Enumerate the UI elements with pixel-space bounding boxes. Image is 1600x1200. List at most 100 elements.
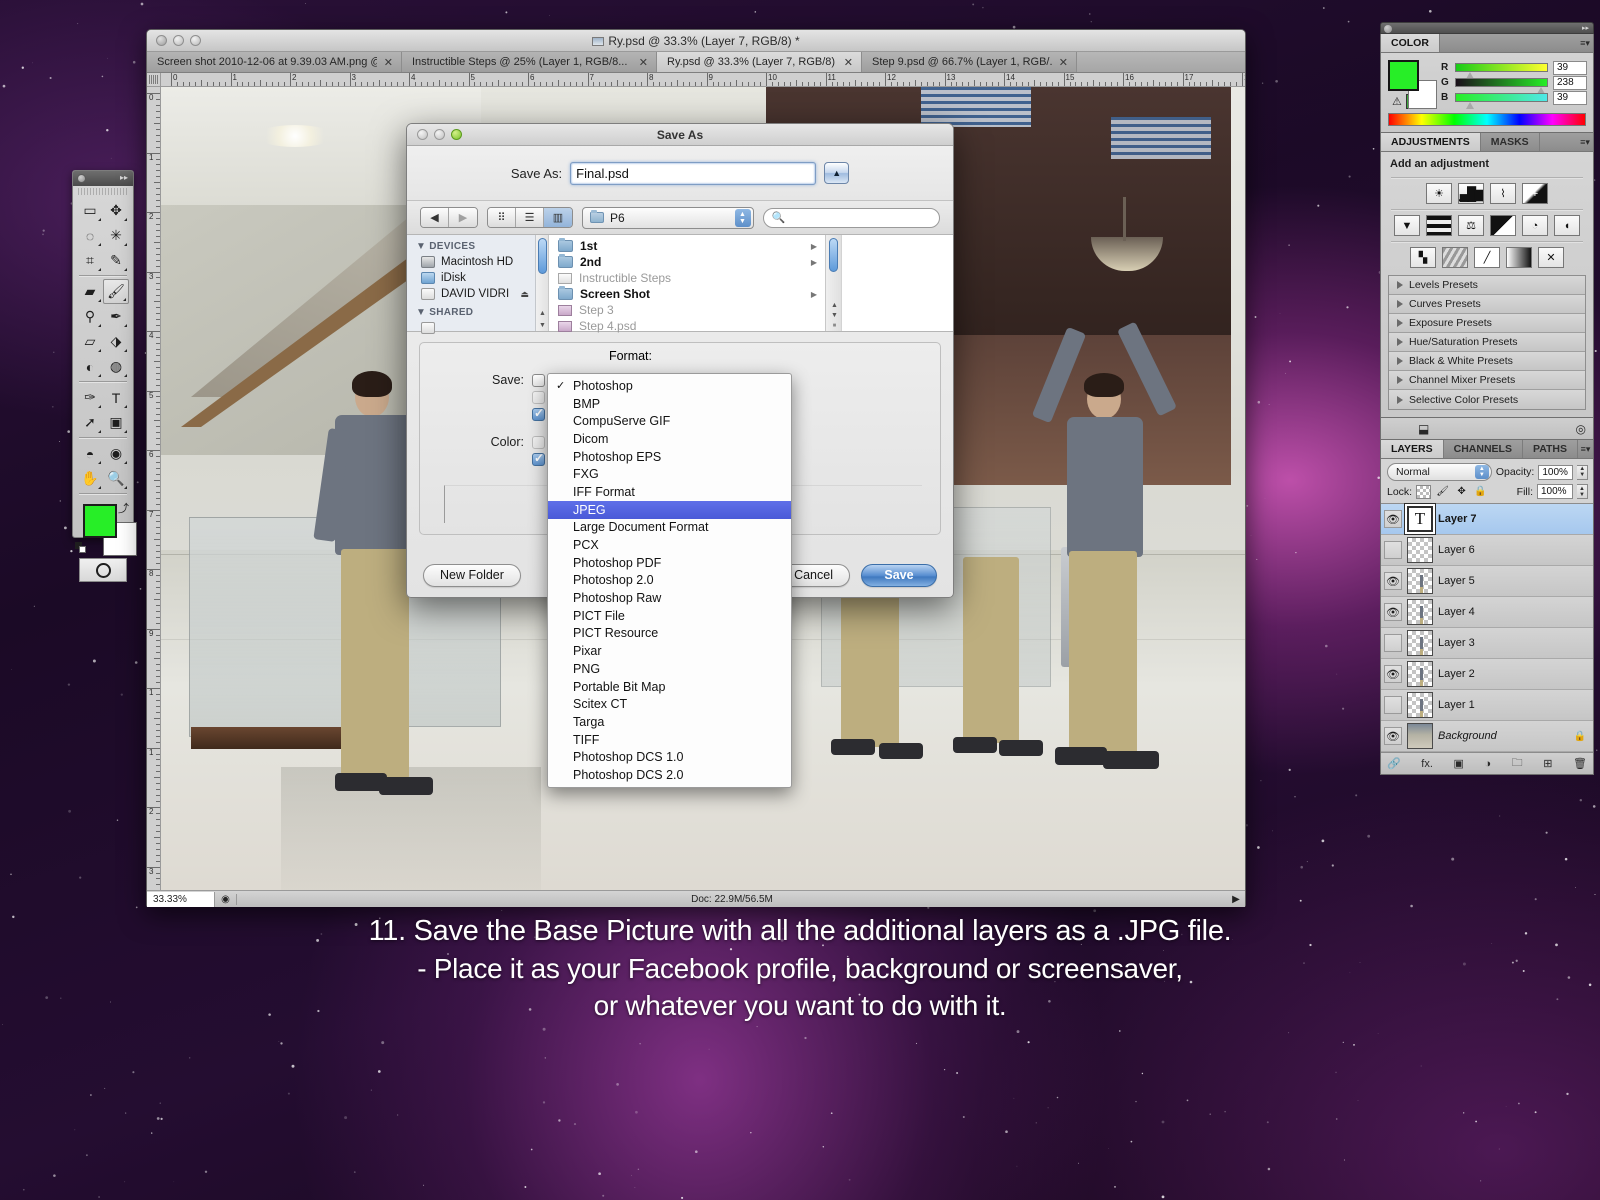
layer-name[interactable]: Layer 1	[1438, 699, 1593, 711]
crop-tool[interactable]: ⌗	[77, 248, 103, 273]
file-scroll-up[interactable]: ▲	[830, 302, 839, 309]
tab-close-icon[interactable]: ✕	[639, 56, 648, 69]
gradient-map-icon[interactable]	[1506, 247, 1532, 268]
color-sliders[interactable]: R39G238B39	[1441, 60, 1587, 106]
save-button[interactable]: Save	[861, 564, 937, 587]
dodge-tool[interactable]: ◍	[103, 354, 129, 379]
dock-close-icon[interactable]	[1384, 25, 1392, 33]
layers-panel-menu-icon[interactable]: ≡▾	[1578, 440, 1593, 458]
new-adjustment-layer-icon[interactable]: ◑	[1484, 758, 1491, 770]
lock-all-icon[interactable]: 🔒	[1473, 485, 1488, 499]
layer-name[interactable]: Background	[1438, 730, 1569, 742]
pen-tool[interactable]: ✑	[77, 385, 103, 410]
tab-close-icon[interactable]: ✕	[1059, 56, 1068, 69]
type-tool[interactable]: T	[103, 385, 129, 410]
posterize-icon[interactable]	[1442, 247, 1468, 268]
lock-image-pixels-icon[interactable]: 🖌	[1435, 485, 1450, 499]
shape-tool[interactable]: ▣	[103, 410, 129, 435]
format-menu-item[interactable]: Dicom	[548, 430, 791, 448]
dock-header[interactable]: ▸▸	[1380, 22, 1594, 34]
color-channel-value[interactable]: 238	[1553, 76, 1587, 90]
disclosure-chevron-icon[interactable]: ▶	[811, 290, 817, 299]
document-tab[interactable]: Step 9.psd @ 66.7% (Layer 1, RGB/...✕	[862, 52, 1077, 72]
adjustment-preset-row[interactable]: Curves Presets	[1389, 295, 1585, 314]
magic-wand-tool[interactable]: ✳	[103, 223, 129, 248]
photoshop-toolbox[interactable]: ▸▸ ▭✥◌✳⌗✎▰🖌⚲✒▱⬗◐◍✑T➚▣◓◉✋🔍 ⤴	[72, 170, 134, 538]
back-forward-buttons[interactable]: ◀ ▶	[420, 207, 478, 228]
disclosure-chevron-icon[interactable]: ▶	[811, 242, 817, 251]
brush-tool[interactable]: 🖌	[103, 279, 129, 304]
chevron-right-icon[interactable]	[1397, 396, 1403, 404]
tab-close-icon[interactable]: ✕	[844, 56, 853, 69]
adjustments-icon-row-3[interactable]: ▚ ╱ ✕	[1388, 247, 1586, 268]
toolbox-close-icon[interactable]	[77, 174, 86, 183]
layer-visibility-eye-icon[interactable]: 👁	[1384, 665, 1402, 683]
color-slider-row[interactable]: R39	[1441, 60, 1587, 75]
format-menu-item[interactable]: ✓Photoshop	[548, 377, 791, 395]
adjustment-preset-row[interactable]: Hue/Saturation Presets	[1389, 333, 1585, 352]
link-layers-icon[interactable]: 🔗	[1387, 757, 1401, 770]
column-view-button[interactable]: ▥	[544, 208, 572, 227]
invert-icon[interactable]: ▚	[1410, 247, 1436, 268]
new-layer-icon[interactable]: ⊞	[1543, 757, 1552, 770]
chevron-right-icon[interactable]	[1397, 376, 1403, 384]
layer-row[interactable]: Layer 1	[1381, 690, 1593, 721]
threshold-icon[interactable]: ╱	[1474, 247, 1500, 268]
format-menu-item[interactable]: Photoshop EPS	[548, 448, 791, 466]
color-foreground-swatch[interactable]	[1388, 60, 1419, 91]
layer-row[interactable]: 👁 Layer 4	[1381, 597, 1593, 628]
add-layer-mask-icon[interactable]: ▣	[1453, 757, 1463, 770]
move-tool[interactable]: ✥	[103, 198, 129, 223]
format-dropdown-menu[interactable]: ✓PhotoshopBMPCompuServe GIFDicomPhotosho…	[547, 373, 792, 788]
format-menu-item[interactable]: IFF Format	[548, 483, 791, 501]
sidebar-scroll-up[interactable]: ▲	[538, 310, 547, 317]
fill-stepper[interactable]: ▲▼	[1577, 484, 1588, 499]
dock-utility-bar[interactable]: ⬓ ◎	[1380, 418, 1594, 440]
new-group-icon[interactable]: 🗀	[1512, 754, 1523, 773]
new-folder-button[interactable]: New Folder	[423, 564, 521, 587]
ruler-corner[interactable]	[147, 73, 161, 87]
color-channel-value[interactable]: 39	[1553, 91, 1587, 105]
chevron-right-icon[interactable]	[1397, 338, 1403, 346]
vertical-ruler[interactable]: 01234567891123	[147, 87, 161, 890]
chevron-right-icon[interactable]	[1397, 319, 1403, 327]
dialog-minimize-icon[interactable]	[434, 129, 445, 140]
tab-masks[interactable]: MASKS	[1481, 133, 1540, 151]
chevron-updown-icon[interactable]: ▲▼	[735, 209, 751, 227]
document-tab[interactable]: Ry.psd @ 33.3% (Layer 7, RGB/8) *✕	[657, 52, 862, 72]
layer-visibility-eye-icon[interactable]: 👁	[1384, 603, 1402, 621]
healing-brush-tool[interactable]: ▰	[77, 279, 103, 304]
foreground-color-swatch[interactable]	[83, 504, 117, 538]
layer-name[interactable]: Layer 4	[1438, 606, 1593, 618]
toolbox-titlebar[interactable]: ▸▸	[73, 171, 133, 186]
adjustment-preset-row[interactable]: Black & White Presets	[1389, 352, 1585, 371]
expand-browser-button[interactable]: ▲	[824, 162, 849, 184]
color-slider-track[interactable]	[1455, 63, 1548, 72]
layer-thumbnail[interactable]	[1407, 723, 1433, 749]
layers-list[interactable]: 👁TLayer 7Layer 6👁Layer 5👁Layer 4Layer 3👁…	[1381, 503, 1593, 752]
paint-bucket-tool[interactable]: ⬗	[103, 329, 129, 354]
horizontal-ruler[interactable]: 012345678910111213141516171	[161, 73, 1245, 87]
file-scroll-down[interactable]: ▼	[830, 312, 839, 319]
levels-icon[interactable]: ▁▄█▆▂	[1458, 183, 1484, 204]
format-menu-item[interactable]: Portable Bit Map	[548, 678, 791, 696]
format-menu-item[interactable]: Photoshop DCS 2.0	[548, 766, 791, 784]
tab-close-icon[interactable]: ✕	[384, 56, 393, 69]
layer-visibility-eye-icon[interactable]: 👁	[1384, 727, 1402, 745]
eyedropper-tool[interactable]: ✎	[103, 248, 129, 273]
alpha-channels-checkbox[interactable]	[532, 391, 545, 404]
format-menu-item[interactable]: Scitex CT	[548, 695, 791, 713]
layer-visibility-toggle[interactable]	[1384, 696, 1402, 714]
layer-thumbnail[interactable]	[1407, 568, 1433, 594]
layer-name[interactable]: Layer 2	[1438, 668, 1593, 680]
browser-toolbar[interactable]: ◀ ▶ ⠿ ☰ ▥ P6 ▲▼ 🔍	[407, 201, 953, 235]
file-list-item[interactable]: 1st▶	[549, 238, 825, 254]
format-menu-item[interactable]: JPEG	[548, 501, 791, 519]
adjustment-preset-row[interactable]: Channel Mixer Presets	[1389, 371, 1585, 390]
layer-name[interactable]: Layer 6	[1438, 544, 1593, 556]
file-list-item[interactable]: Step 4.psd	[549, 318, 825, 334]
sidebar-scroll-down[interactable]: ▼	[538, 322, 547, 329]
color-channel-value[interactable]: 39	[1553, 61, 1587, 75]
adjustment-presets-list[interactable]: Levels PresetsCurves PresetsExposure Pre…	[1388, 275, 1586, 410]
tab-channels[interactable]: CHANNELS	[1444, 440, 1523, 458]
